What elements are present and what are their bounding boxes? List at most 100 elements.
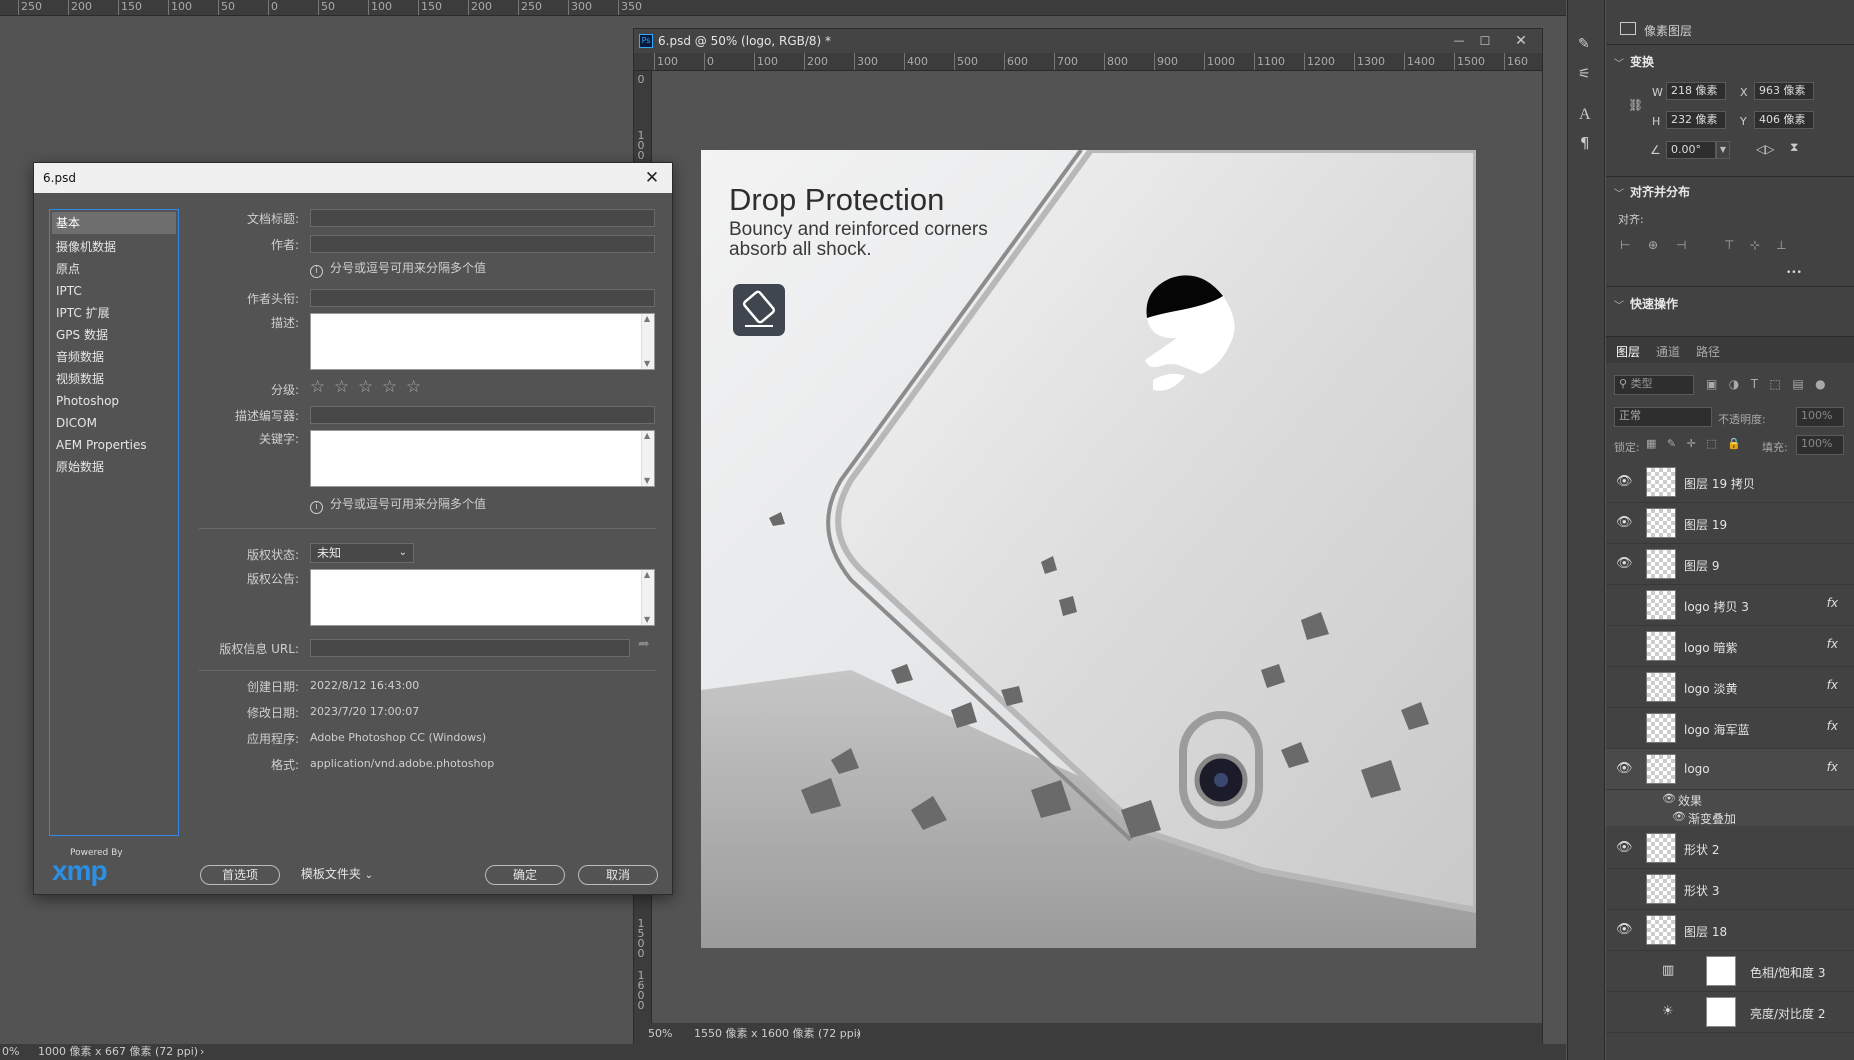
layer-fx-icon[interactable]: fx	[1827, 678, 1838, 692]
eye-hidden-icon[interactable]	[1616, 598, 1632, 612]
layer-row[interactable]: logo 暗紫 fx	[1606, 626, 1854, 667]
keywords-textarea[interactable]: ▲ ▼	[310, 430, 655, 487]
align-hcenter-icon[interactable]: ⊕	[1648, 238, 1658, 252]
dialog-category-item[interactable]: 原始数据	[50, 456, 178, 478]
desc-writer-input[interactable]	[310, 406, 655, 424]
dialog-close-button[interactable]: ✕	[640, 166, 664, 190]
minimize-button[interactable]: —	[1446, 29, 1472, 53]
eye-hidden-icon[interactable]	[1616, 721, 1632, 735]
layer-fx-icon[interactable]: fx	[1827, 719, 1838, 733]
transform-section-title[interactable]: 变换	[1630, 53, 1654, 70]
opacity-field[interactable]: 100%	[1796, 407, 1844, 427]
zoom-level[interactable]: 50%	[648, 1023, 672, 1045]
eye-icon[interactable]: 👁	[1616, 923, 1633, 937]
eye-hidden-icon[interactable]	[1616, 680, 1632, 694]
more-options-button[interactable]: •••	[1786, 268, 1802, 278]
dialog-category-item[interactable]: 原点	[50, 258, 178, 280]
filter-pixel-icon[interactable]: ▣	[1706, 377, 1717, 391]
lock-all-icon[interactable]: 🔒	[1727, 437, 1741, 450]
author-title-input[interactable]	[310, 289, 655, 307]
copyright-url-input[interactable]	[310, 639, 630, 657]
filter-smart-icon[interactable]: ▤	[1792, 377, 1803, 391]
doc-title-input[interactable]	[310, 209, 655, 227]
align-chevron-icon[interactable]: ﹀	[1614, 185, 1624, 200]
fill-field[interactable]: 100%	[1796, 435, 1844, 455]
layer-row[interactable]: logo 海军蓝 fx	[1606, 708, 1854, 749]
templates-folder-button[interactable]: 模板文件夹 ⌄	[292, 865, 382, 885]
align-section-title[interactable]: 对齐并分布	[1630, 183, 1690, 200]
layer-row[interactable]: 👁 图层 18	[1606, 910, 1854, 951]
dialog-category-item[interactable]: 音频数据	[50, 346, 178, 368]
eye-icon[interactable]: 👁	[1662, 792, 1676, 805]
filter-adjustment-icon[interactable]: ◑	[1729, 377, 1739, 391]
filter-toggle-icon[interactable]: ●	[1815, 377, 1825, 391]
status-menu-arrow[interactable]: ›	[856, 1023, 860, 1045]
maximize-button[interactable]: ☐	[1472, 29, 1498, 53]
layer-row[interactable]: 👁 图层 9	[1606, 544, 1854, 585]
y-field[interactable]: 406 像素	[1754, 111, 1814, 129]
eye-hidden-icon[interactable]	[1616, 1005, 1632, 1019]
eye-hidden-icon[interactable]	[1616, 882, 1632, 896]
lock-transparency-icon[interactable]: ▦	[1646, 437, 1656, 450]
author-input[interactable]	[310, 235, 655, 253]
layer-row[interactable]: ▥ 色相/饱和度 3	[1606, 951, 1854, 992]
canvas-artwork[interactable]: Drop Protection Bouncy and reinforced co…	[701, 150, 1476, 948]
tab-channels[interactable]: 通道	[1656, 343, 1680, 360]
filter-shape-icon[interactable]: ⬚	[1770, 377, 1781, 391]
cancel-button[interactable]: 取消	[578, 865, 658, 885]
align-left-icon[interactable]: ⊢	[1620, 238, 1630, 252]
copyright-notice-scrollbar[interactable]: ▲ ▼	[641, 570, 654, 625]
eye-icon[interactable]: 👁	[1616, 762, 1633, 776]
rating-star-3[interactable]: ☆	[358, 377, 373, 397]
description-textarea[interactable]: ▲ ▼	[310, 313, 655, 370]
flip-horizontal-icon[interactable]: ◁▷	[1756, 142, 1774, 156]
eye-hidden-icon[interactable]	[1616, 964, 1632, 978]
angle-field[interactable]: 0.00°	[1666, 141, 1716, 159]
layer-row[interactable]: 👁 形状 2	[1606, 828, 1854, 869]
open-url-icon[interactable]: ➦	[638, 636, 650, 652]
copyright-status-select[interactable]: 未知 ⌄	[310, 543, 414, 563]
angle-dropdown-icon[interactable]: ▼	[1716, 141, 1730, 159]
keywords-scrollbar[interactable]: ▲ ▼	[641, 431, 654, 486]
tab-layers[interactable]: 图层	[1616, 343, 1640, 360]
layer-row[interactable]: logo 淡黄 fx	[1606, 667, 1854, 708]
eye-icon[interactable]: 👁	[1616, 516, 1633, 530]
layer-row[interactable]: 形状 3	[1606, 869, 1854, 910]
quick-actions-title[interactable]: 快速操作	[1630, 295, 1678, 312]
flip-vertical-icon[interactable]: ⧗	[1790, 140, 1798, 155]
lock-position-icon[interactable]: ✛	[1687, 437, 1696, 450]
align-vcenter-icon[interactable]: ⊹	[1750, 238, 1760, 252]
layer-row[interactable]: logo 拷贝 3 fx	[1606, 585, 1854, 626]
description-scrollbar[interactable]: ▲ ▼	[641, 314, 654, 369]
x-field[interactable]: 963 像素	[1754, 82, 1814, 100]
eye-icon[interactable]: 👁	[1616, 475, 1633, 489]
layer-filter-select[interactable]: ⚲ 类型	[1614, 375, 1694, 395]
layer-fx-icon[interactable]: fx	[1827, 760, 1838, 774]
adjustments-icon[interactable]: ⚟	[1578, 66, 1596, 82]
filter-type-icon[interactable]: T	[1751, 377, 1758, 391]
preferences-button[interactable]: 首选项	[200, 865, 280, 885]
layer-fx-icon[interactable]: fx	[1827, 637, 1838, 651]
align-right-icon[interactable]: ⊣	[1676, 238, 1686, 252]
dialog-title-bar[interactable]: 6.psd ✕	[34, 163, 672, 193]
align-bottom-icon[interactable]: ⊥	[1776, 238, 1786, 252]
eye-icon[interactable]: 👁	[1616, 557, 1633, 571]
rating-star-5[interactable]: ☆	[406, 377, 421, 397]
layer-row[interactable]: 👁 logo fx	[1606, 749, 1854, 790]
ok-button[interactable]: 确定	[485, 865, 565, 885]
paragraph-icon[interactable]: ¶	[1580, 134, 1590, 152]
eye-icon[interactable]: 👁	[1616, 841, 1633, 855]
effects-label[interactable]: 效果	[1678, 792, 1702, 809]
rating-star-1[interactable]: ☆	[310, 377, 325, 397]
document-tab[interactable]: Ps 6.psd @ 50% (logo, RGB/8) * — ☐ ✕	[634, 29, 1542, 53]
workspace-zoom[interactable]: 0%	[2, 1044, 19, 1060]
height-field[interactable]: 232 像素	[1666, 111, 1726, 129]
rating-star-2[interactable]: ☆	[334, 377, 349, 397]
close-document-button[interactable]: ✕	[1508, 29, 1534, 53]
workspace-status-arrow[interactable]: ›	[200, 1044, 204, 1060]
blend-mode-select[interactable]: 正常	[1614, 407, 1712, 427]
effect-gradient-overlay[interactable]: 渐变叠加	[1688, 810, 1736, 827]
transform-chevron-icon[interactable]: ﹀	[1614, 55, 1624, 70]
brush-settings-icon[interactable]: ✎	[1578, 36, 1596, 52]
layer-row[interactable]: 👁 图层 19 拷贝	[1606, 462, 1854, 503]
